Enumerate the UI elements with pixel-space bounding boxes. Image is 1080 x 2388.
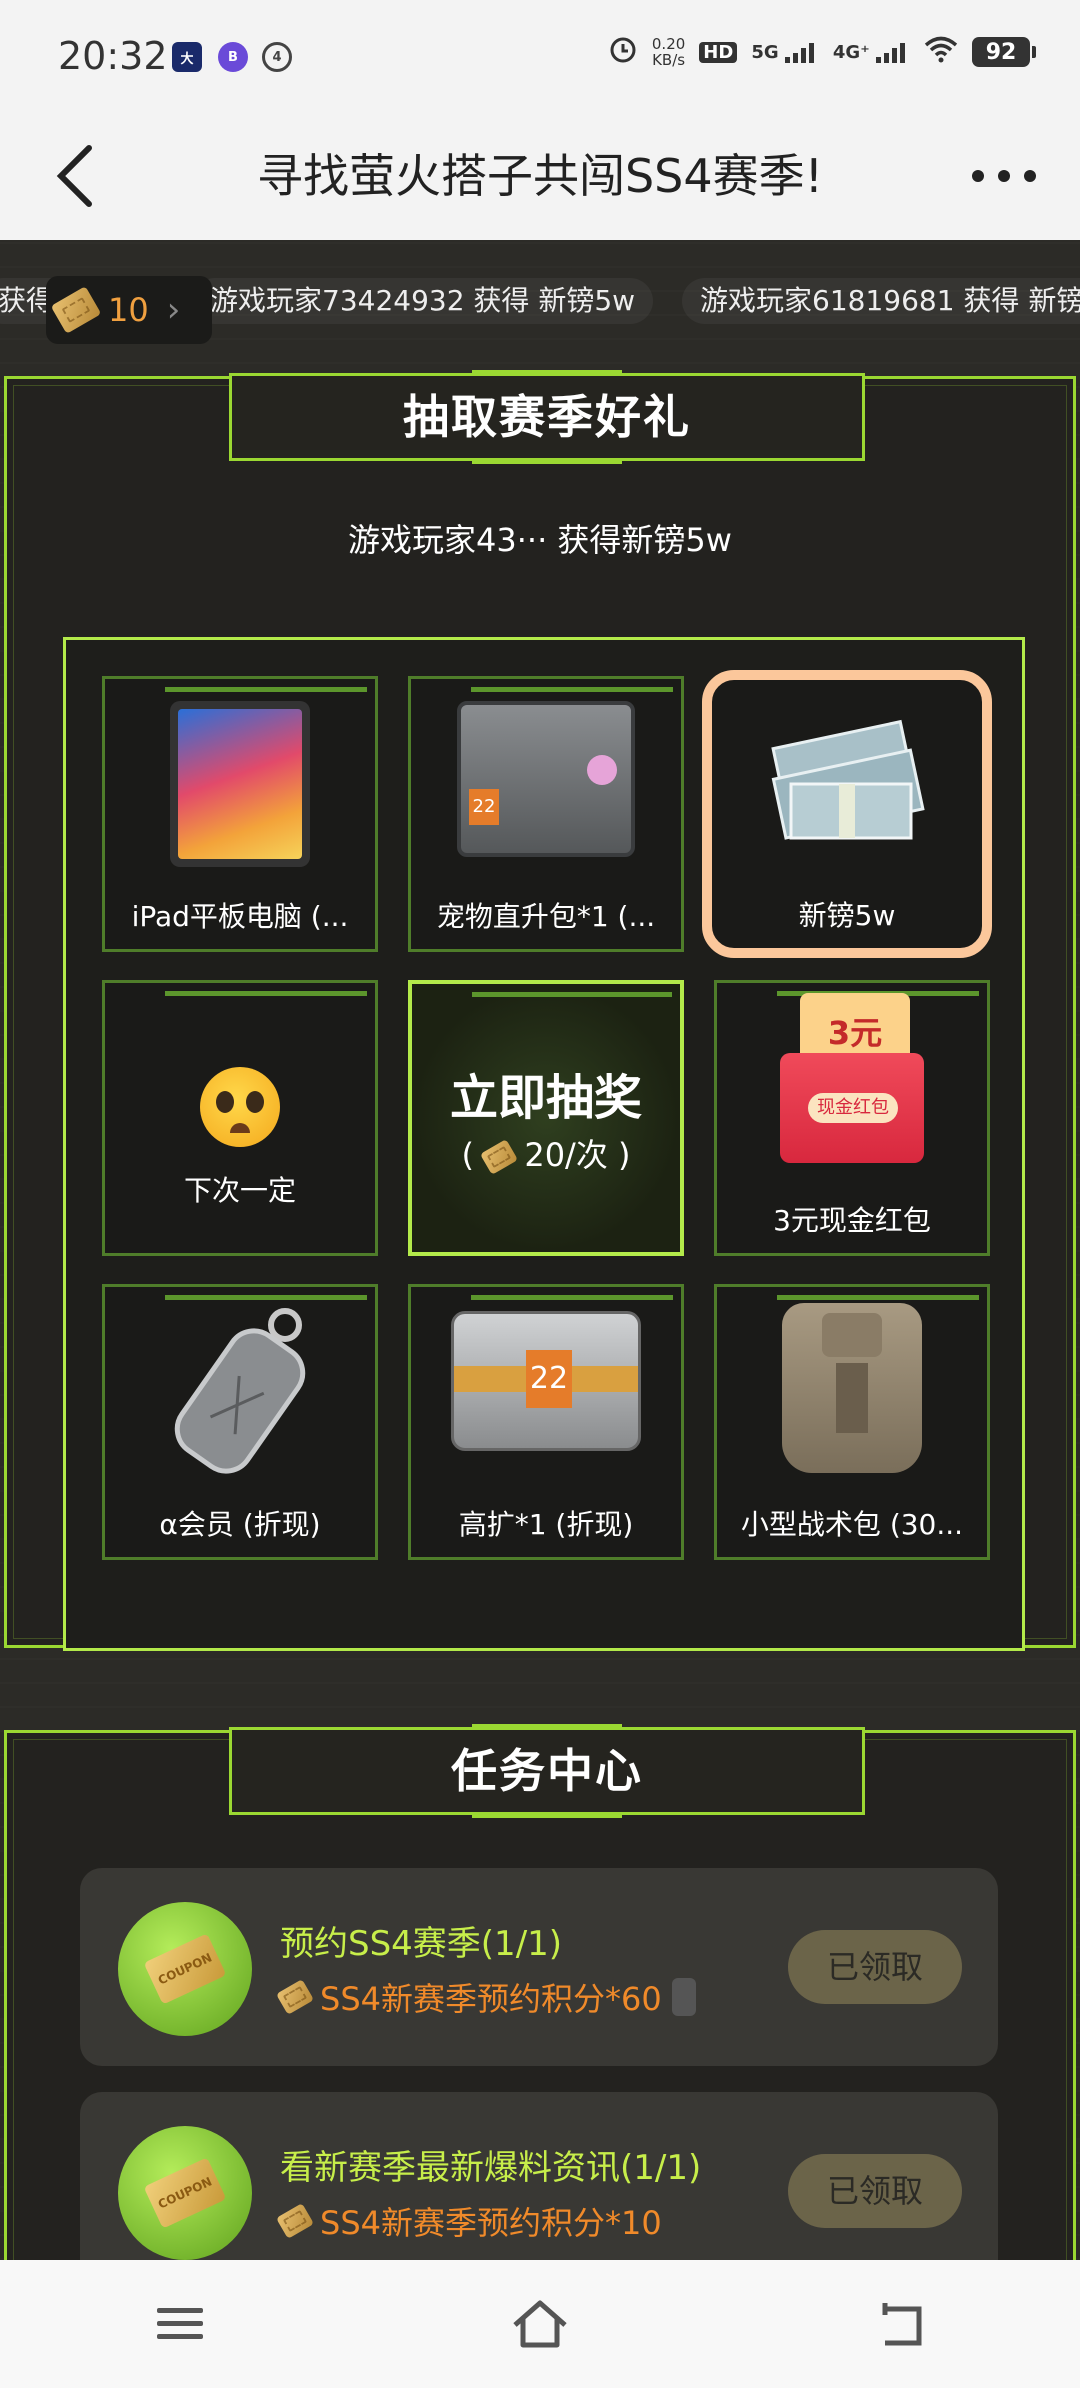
draw-button-label: 立即抽奖 — [449, 1070, 642, 1126]
tactical-bag-image — [782, 1303, 922, 1473]
signal-4g-icon: 4G⁺ — [833, 41, 910, 63]
ticket-icon — [480, 1139, 519, 1175]
wifi-icon — [924, 35, 958, 69]
task-title: 预约SS4赛季(1/1) — [280, 1924, 563, 1964]
status-bar: 20:32 大 B 4 0.20 KB/s HD 5G 4G⁺ 92 — [0, 0, 1080, 112]
lottery-title: 抽取赛季好礼 — [229, 370, 865, 464]
task-title: 看新赛季最新爆料资讯(1/1) — [280, 2148, 702, 2188]
more-dot-icon — [1024, 170, 1036, 182]
prize-cell-ipad: iPad平板电脑 (... — [102, 676, 378, 952]
status-time: 20:32 — [58, 34, 168, 78]
prize-label: 小型战术包 (30... — [740, 1508, 964, 1541]
back-arrow-icon — [56, 145, 92, 207]
more-dot-icon — [998, 170, 1010, 182]
crying-face-icon — [200, 1067, 280, 1147]
alarm-icon — [608, 34, 638, 70]
prize-label: 下次一定 — [183, 1174, 296, 1207]
ticket-icon — [50, 286, 102, 334]
prize-cell-alpha-member: α会员 (折现) — [102, 1284, 378, 1560]
event-page: 获得 新镑5w 游戏玩家73424932 获得 新镑5w 游戏玩家6181968… — [0, 240, 1080, 2260]
back-button[interactable] — [40, 138, 110, 214]
draw-button[interactable]: 立即抽奖 ( 20/次 ) — [408, 980, 684, 1256]
prize-cell-cash-selected: 新镑5w — [702, 670, 992, 958]
prize-label: 高扩*1 (折现) — [458, 1508, 634, 1541]
draw-cost: ( 20/次 ) — [461, 1136, 631, 1175]
menu-icon — [157, 2308, 203, 2339]
signal-5g-icon: 5G — [751, 41, 819, 63]
prize-label: iPad平板电脑 (... — [131, 900, 349, 933]
back-nav-icon — [882, 2303, 922, 2346]
chevron-right-icon: › — [166, 290, 181, 330]
cash-stack-image — [761, 704, 933, 854]
prize-label: 3元现金红包 — [773, 1204, 931, 1237]
more-options-button[interactable] — [964, 146, 1044, 206]
prize-cell-tactical-bag: 小型战术包 (30... — [714, 1284, 990, 1560]
task-item: COUPON 预约SS4赛季(1/1) SS4新赛季预约积分*60 已领取 — [80, 1868, 998, 2066]
app-notification-icon: 大 — [172, 42, 202, 72]
ipad-image — [170, 701, 310, 867]
supply-box-image: 22 — [457, 701, 635, 857]
app-notification-icon: B — [218, 42, 248, 72]
coin-balance-button[interactable]: 10 › — [46, 276, 212, 344]
character-figure-icon — [671, 1978, 696, 2016]
system-nav-bar — [0, 2260, 1080, 2388]
prize-cell-expansion: 22 高扩*1 (折现) — [408, 1284, 684, 1560]
page-title: 寻找萤火搭子共闯SS4赛季! — [256, 149, 824, 203]
app-notification-icon: 4 — [262, 42, 292, 72]
task-reward: SS4新赛季预约积分*10 — [276, 2198, 662, 2244]
prize-label: 宠物直升包*1 (... — [436, 900, 656, 933]
app-header: 寻找萤火搭子共闯SS4赛季! — [0, 112, 1080, 240]
more-dot-icon — [972, 170, 984, 182]
expansion-case-image: 22 — [451, 1311, 641, 1451]
latest-winner-text: 游戏玩家43··· 获得新镑5w — [348, 521, 732, 559]
prize-label: 新镑5w — [798, 899, 896, 932]
ticket-icon — [276, 2203, 314, 2239]
prize-grid: iPad平板电脑 (... 22 宠物直升包*1 (... 新镑5w 下次一定 … — [63, 637, 1025, 1651]
task-reward: SS4新赛季预约积分*60 — [276, 1974, 696, 2020]
coupon-badge-icon: COUPON — [118, 1902, 252, 2036]
menu-button[interactable] — [135, 2284, 225, 2364]
network-speed: 0.20 KB/s — [651, 35, 686, 69]
prize-cell-next-time: 下次一定 — [102, 980, 378, 1256]
red-packet-image: 3元 现金红包 — [770, 993, 934, 1173]
lottery-panel: 抽取赛季好礼 游戏玩家43··· 获得新镑5w iPad平板电脑 (... 22… — [4, 370, 1076, 1651]
prize-cell-red-packet: 3元 现金红包 3元现金红包 — [714, 980, 990, 1256]
task-center-title: 任务中心 — [229, 1724, 865, 1818]
ticket-icon — [276, 1979, 314, 2015]
claimed-button[interactable]: 已领取 — [788, 1930, 962, 2004]
task-item: COUPON 看新赛季最新爆料资讯(1/1) SS4新赛季预约积分*10 已领取 — [80, 2092, 998, 2260]
battery-indicator: 92 — [972, 37, 1036, 67]
home-icon — [513, 2300, 567, 2348]
back-nav-button[interactable] — [855, 2284, 945, 2364]
prize-cell-pet-pack: 22 宠物直升包*1 (... — [408, 676, 684, 952]
prize-label: α会员 (折现) — [159, 1508, 321, 1541]
ticker-item: 游戏玩家61819681 获得 新镑5w — [682, 278, 1080, 324]
coin-count: 10 — [108, 291, 149, 329]
hd-icon: HD — [699, 41, 738, 63]
claimed-button[interactable]: 已领取 — [788, 2154, 962, 2228]
dog-tag-image — [155, 1301, 325, 1475]
home-button[interactable] — [495, 2284, 585, 2364]
coupon-badge-icon: COUPON — [118, 2126, 252, 2260]
ticker-item: 游戏玩家73424932 获得 新镑5w — [192, 278, 654, 324]
